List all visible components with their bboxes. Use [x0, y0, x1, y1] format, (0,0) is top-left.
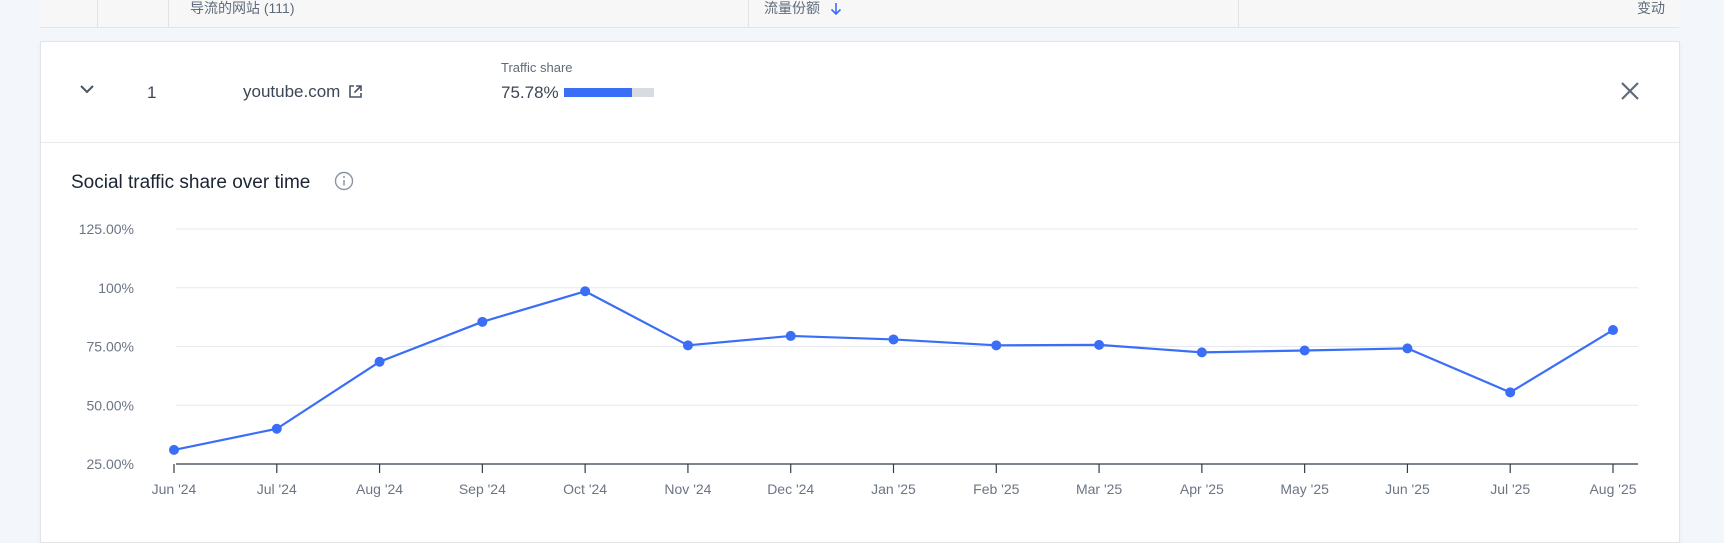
data-point [785, 330, 796, 341]
sort-down-icon[interactable] [830, 2, 842, 16]
header-divider [748, 0, 749, 27]
y-tick-label: 75.00% [87, 339, 134, 355]
data-point [1196, 347, 1207, 358]
expanded-row-card: 1 youtube.com Traffic share 75.78% Socia… [40, 41, 1680, 543]
series-line [173, 290, 1614, 451]
y-tick-label: 50.00% [87, 397, 134, 413]
x-tick-label: May '25 [1280, 481, 1329, 497]
data-point [1299, 345, 1310, 356]
x-tick-label: Jul '24 [257, 481, 297, 497]
data-point [169, 444, 179, 455]
data-point [1094, 339, 1105, 350]
y-tick-label: 25.00% [87, 456, 134, 472]
data-point [271, 423, 282, 434]
data-point [991, 340, 1002, 351]
data-point [374, 356, 385, 367]
header-divider [1238, 0, 1239, 27]
header-traffic-share[interactable]: 流量份额 [764, 1, 842, 16]
data-point [477, 316, 488, 327]
x-tick-label: Nov '24 [664, 481, 711, 497]
x-tick-label: Mar '25 [1076, 481, 1122, 497]
data-point [1505, 387, 1516, 398]
table-header-row: 导流的网站 (111) 流量份额 变动 [40, 0, 1679, 28]
header-traffic-share-label: 流量份额 [764, 0, 820, 16]
data-point [580, 286, 591, 297]
traffic-share-line-chart: 25.00% 50.00% 75.00% 100% 125.00% Jun '24 Jul … [79, 221, 1638, 497]
x-tick-label: Jun '24 [152, 481, 197, 497]
data-point [1608, 325, 1618, 336]
x-tick-label: Dec '24 [767, 481, 814, 497]
x-tick-label: Oct '24 [563, 481, 607, 497]
header-change[interactable]: 变动 [1637, 1, 1665, 15]
x-tick-label: Jan '25 [871, 481, 916, 497]
x-tick-label: Apr '25 [1180, 481, 1224, 497]
y-tick-label: 100% [98, 280, 134, 296]
header-divider [97, 0, 98, 27]
x-tick-label: Aug '24 [356, 481, 403, 497]
header-sites[interactable]: 导流的网站 (111) [190, 1, 295, 15]
x-tick-label: Jul '25 [1490, 481, 1530, 497]
x-tick-label: Jun '25 [1385, 481, 1430, 497]
x-tick-label: Aug '25 [1589, 481, 1636, 497]
x-tick-label: Sep '24 [459, 481, 506, 497]
data-point [1402, 343, 1413, 354]
y-tick-label: 125.00% [79, 221, 134, 237]
data-point [888, 334, 899, 345]
x-tick-label: Feb '25 [973, 481, 1019, 497]
header-divider [168, 0, 169, 27]
data-point [682, 340, 693, 351]
